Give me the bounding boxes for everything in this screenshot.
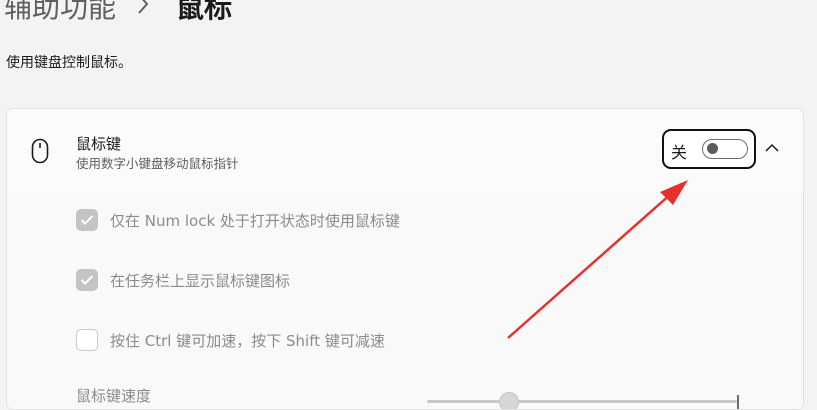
mouse-keys-subtitle: 使用数字小键盘移动鼠标指针 — [76, 156, 239, 171]
taskbar-icon-option-label: 在任务栏上显示鼠标键图标 — [110, 272, 291, 290]
mouse-icon — [31, 138, 49, 164]
ctrl-shift-checkbox[interactable] — [76, 329, 98, 351]
speed-slider-track[interactable] — [427, 400, 737, 403]
breadcrumb: 辅助功能 鼠标 — [4, 0, 232, 26]
option-row-numlock: 仅在 Num lock 处于打开状态时使用鼠标键 — [7, 191, 803, 252]
speed-row: 鼠标键速度 — [7, 371, 803, 409]
mouse-keys-header[interactable]: 鼠标键 使用数字小键盘移动鼠标指针 关 — [7, 109, 803, 192]
slider-end-tick — [737, 395, 739, 409]
speed-label: 鼠标键速度 — [76, 387, 152, 405]
toggle-state-label: 关 — [671, 143, 688, 162]
mouse-keys-title: 鼠标键 — [76, 135, 122, 153]
breadcrumb-parent-accessibility[interactable]: 辅助功能 — [4, 0, 116, 26]
numlock-checkbox[interactable] — [76, 209, 98, 231]
taskbar-icon-checkbox[interactable] — [76, 269, 98, 291]
chevron-up-icon[interactable] — [765, 143, 779, 153]
checkmark-icon — [80, 275, 94, 285]
chevron-right-icon — [136, 0, 156, 26]
numlock-option-label: 仅在 Num lock 处于打开状态时使用鼠标键 — [110, 212, 400, 230]
option-row-ctrl-shift: 按住 Ctrl 键可加速，按下 Shift 键可减速 — [7, 311, 803, 372]
mouse-keys-card: 鼠标键 使用数字小键盘移动鼠标指针 关 仅在 Num lock 处于打开状态时使… — [6, 108, 804, 410]
mouse-keys-toggle[interactable] — [702, 139, 748, 159]
ctrl-shift-option-label: 按住 Ctrl 键可加速，按下 Shift 键可减速 — [110, 332, 385, 350]
speed-slider-thumb[interactable] — [499, 392, 519, 409]
page-description: 使用键盘控制鼠标。 — [6, 55, 132, 71]
option-row-taskbar-icon: 在任务栏上显示鼠标键图标 — [7, 251, 803, 312]
checkmark-icon — [80, 215, 94, 225]
page-title: 鼠标 — [176, 0, 233, 24]
toggle-knob — [707, 143, 718, 154]
mouse-keys-toggle-highlight: 关 — [662, 129, 756, 169]
